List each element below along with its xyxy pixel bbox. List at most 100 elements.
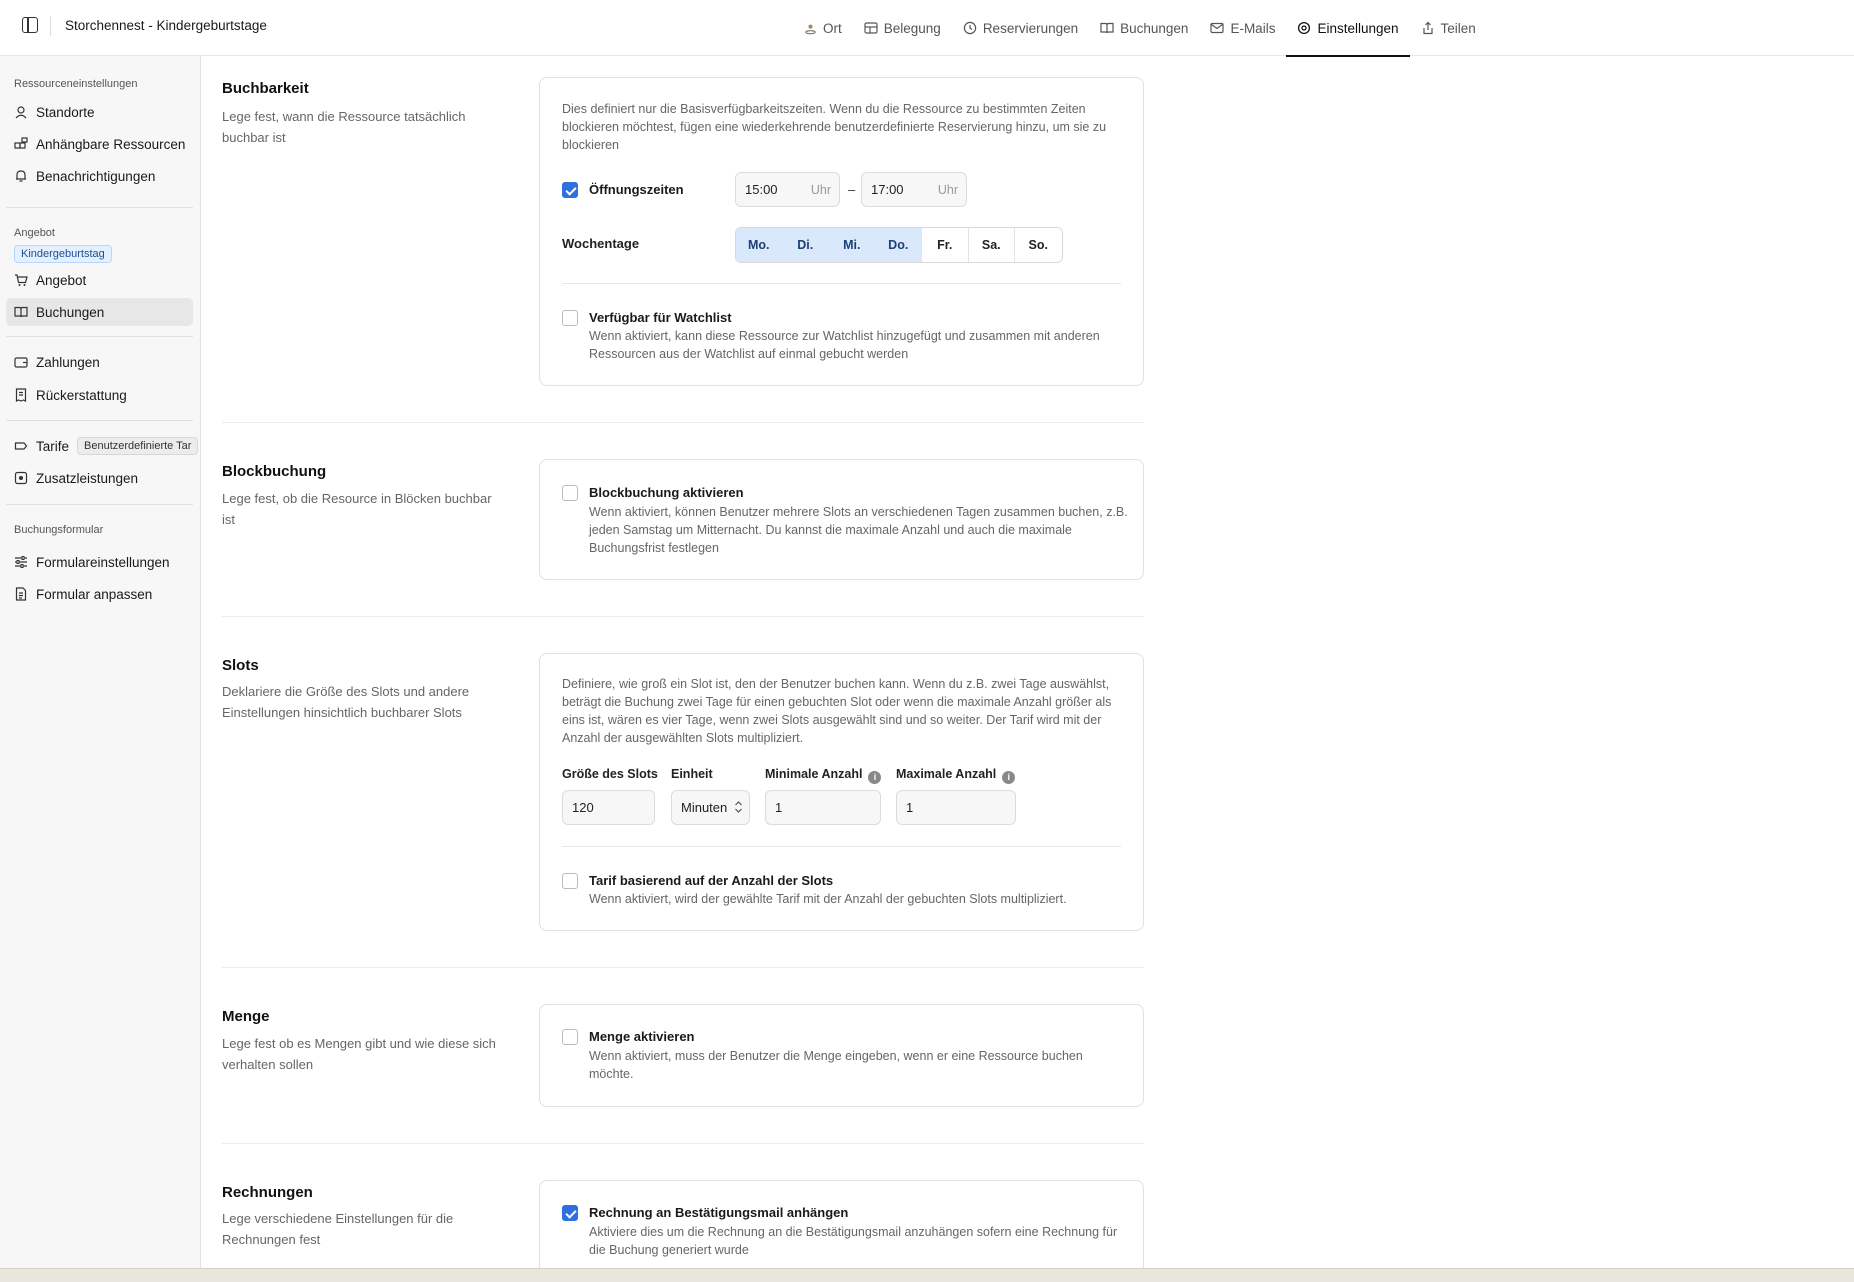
tab-buchungen[interactable]: Buchungen (1089, 0, 1199, 56)
app-title: Storchennest - Kindergeburtstage (65, 18, 267, 33)
wallet-icon (14, 355, 28, 369)
layout-icon (864, 21, 878, 35)
sidebar-item-zusatzleistungen[interactable]: Zusatzleistungen (6, 464, 193, 492)
tab-belegung[interactable]: Belegung (853, 0, 952, 56)
sidebar-item-label: Zahlungen (36, 354, 100, 370)
sidebar-item-label: Formular anpassen (36, 586, 153, 602)
sidebar-item-formulareinstellungen[interactable]: Formulareinstellungen (6, 548, 193, 576)
time-dash: – (848, 182, 856, 197)
watchlist-label: Verfügbar für Watchlist (589, 310, 732, 325)
info-text: Dies definiert nur die Basisverfügbarkei… (562, 102, 1107, 152)
sidebar-group-buchungsformular: Buchungsformular (14, 524, 104, 536)
tab-label: Einstellungen (1317, 20, 1399, 36)
min-count-label: Minimale Anzahl i (765, 767, 882, 784)
slot-unit-select[interactable]: Minuten (671, 790, 750, 825)
slot-size-field[interactable]: 120 (562, 790, 655, 825)
os-taskbar (0, 1268, 1854, 1282)
tarif-slots-checkbox[interactable] (562, 873, 578, 889)
day-so[interactable]: So. (1015, 228, 1062, 262)
menge-checkbox[interactable] (562, 1029, 578, 1045)
mail-icon (1210, 21, 1225, 35)
tarif-slots-desc: Wenn aktiviert, wird der gewählte Tarif … (589, 892, 1067, 906)
slot-size-label: Größe des Slots (562, 767, 658, 781)
card-blockbuchung: Blockbuchung aktivieren Wenn aktiviert, … (539, 459, 1144, 580)
day-mo[interactable]: Mo. (736, 228, 783, 262)
rechnung-label: Rechnung an Bestätigungsmail anhängen (589, 1205, 849, 1220)
tab-label: Belegung (883, 20, 941, 36)
day-fr[interactable]: Fr. (922, 228, 969, 262)
blockbuchung-label: Blockbuchung aktivieren (589, 485, 744, 500)
tab-teilen[interactable]: Teilen (1410, 0, 1487, 56)
tab-label: Ort (823, 20, 842, 36)
main-nav: Ort Belegung Reservierungen Buchungen E-… (792, 0, 1487, 57)
sidebar-item-label: Tarife (36, 438, 70, 454)
sidebar-item-formular-anpassen[interactable]: Formular anpassen (6, 580, 193, 608)
section-title-buchbarkeit: Buchbarkeit (222, 80, 309, 97)
weekday-selector: Mo. Di. Mi. Do. Fr. Sa. So. (735, 227, 1063, 263)
section-divider (222, 422, 1144, 423)
sidebar-item-label: Standorte (36, 104, 95, 120)
sidebar-item-anhaengbare-ressourcen[interactable]: Anhängbare Ressourcen (6, 130, 193, 158)
receipt-icon (14, 388, 28, 402)
min-count-value: 1 (775, 800, 783, 815)
top-bar: Storchennest - Kindergeburtstage Ort Bel… (0, 0, 1854, 57)
opening-hours-checkbox[interactable] (562, 182, 578, 198)
section-title-slots: Slots (222, 657, 259, 674)
tab-emails[interactable]: E-Mails (1199, 0, 1286, 56)
sidebar-item-label: Zusatzleistungen (36, 470, 139, 486)
tarif-slots-label: Tarif basierend auf der Anzahl der Slots (589, 873, 834, 888)
divider (6, 420, 193, 421)
day-sa[interactable]: Sa. (968, 228, 1015, 262)
section-title-blockbuchung: Blockbuchung (222, 463, 327, 480)
info-icon[interactable]: i (868, 770, 882, 784)
divider (50, 16, 51, 36)
book-icon (14, 305, 28, 319)
section-divider (222, 616, 1144, 617)
user-pin-icon (14, 105, 28, 119)
sidebar-item-angebot[interactable]: Angebot (6, 266, 193, 294)
sidebar-item-benachrichtigungen[interactable]: Benachrichtigungen (6, 162, 193, 190)
min-count-field[interactable]: 1 (765, 790, 881, 825)
sidebar-item-rueckerstattung[interactable]: Rückerstattung (6, 381, 193, 409)
day-di[interactable]: Di. (782, 228, 829, 262)
watchlist-checkbox[interactable] (562, 310, 578, 326)
day-do[interactable]: Do. (875, 228, 922, 262)
sidebar-item-tarife[interactable]: Tarife Benutzerdefinierte Tar (6, 432, 200, 460)
sidebar-item-label: Formulareinstellungen (36, 554, 170, 570)
book-icon (1100, 21, 1114, 35)
sidebar-toggle-icon[interactable] (22, 17, 38, 33)
day-mi[interactable]: Mi. (829, 228, 876, 262)
sidebar-item-zahlungen[interactable]: Zahlungen (6, 348, 193, 376)
slot-unit-value: Minuten (681, 800, 728, 815)
menge-label: Menge aktivieren (589, 1029, 695, 1044)
sidebar-item-label: Rückerstattung (36, 387, 127, 403)
sidebar-group-resource: Ressourceneinstellungen (14, 78, 138, 90)
tab-label: Teilen (1440, 20, 1476, 36)
blockbuchung-checkbox[interactable] (562, 485, 578, 501)
opening-to-value: 17:00 (871, 182, 904, 197)
angebot-chip-label: Kindergeburtstag (14, 245, 112, 263)
tab-reservierungen[interactable]: Reservierungen (952, 0, 1089, 56)
section-desc-blockbuchung: Lege fest, ob die Resource in Blöcken bu… (222, 491, 492, 527)
sidebar-group-angebot: Angebot (14, 227, 55, 239)
info-icon[interactable]: i (1002, 770, 1016, 784)
angebot-chip[interactable]: Kindergeburtstag (14, 244, 112, 263)
weekdays-label: Wochentage (562, 236, 640, 251)
tab-label: Buchungen (1120, 20, 1189, 36)
rechnung-checkbox[interactable] (562, 1205, 578, 1221)
max-count-label-text: Maximale Anzahl (896, 767, 997, 781)
section-desc-slots: Deklariere die Größe des Slots und ander… (222, 684, 470, 720)
unit-label: Uhr (810, 182, 831, 197)
max-count-field[interactable]: 1 (896, 790, 1016, 825)
location-icon (803, 21, 817, 35)
section-title-menge: Menge (222, 1008, 270, 1025)
tab-ort[interactable]: Ort (792, 0, 853, 56)
sidebar-item-buchungen[interactable]: Buchungen (6, 298, 193, 326)
sidebar-item-standorte[interactable]: Standorte (6, 98, 193, 126)
opening-from-field[interactable]: 15:00 Uhr (735, 172, 840, 207)
bell-icon (14, 169, 28, 183)
opening-to-field[interactable]: 17:00 Uhr (861, 172, 967, 207)
divider (6, 504, 193, 505)
card-menge: Menge aktivieren Wenn aktiviert, muss de… (539, 1004, 1144, 1107)
tab-einstellungen[interactable]: Einstellungen (1286, 0, 1410, 57)
